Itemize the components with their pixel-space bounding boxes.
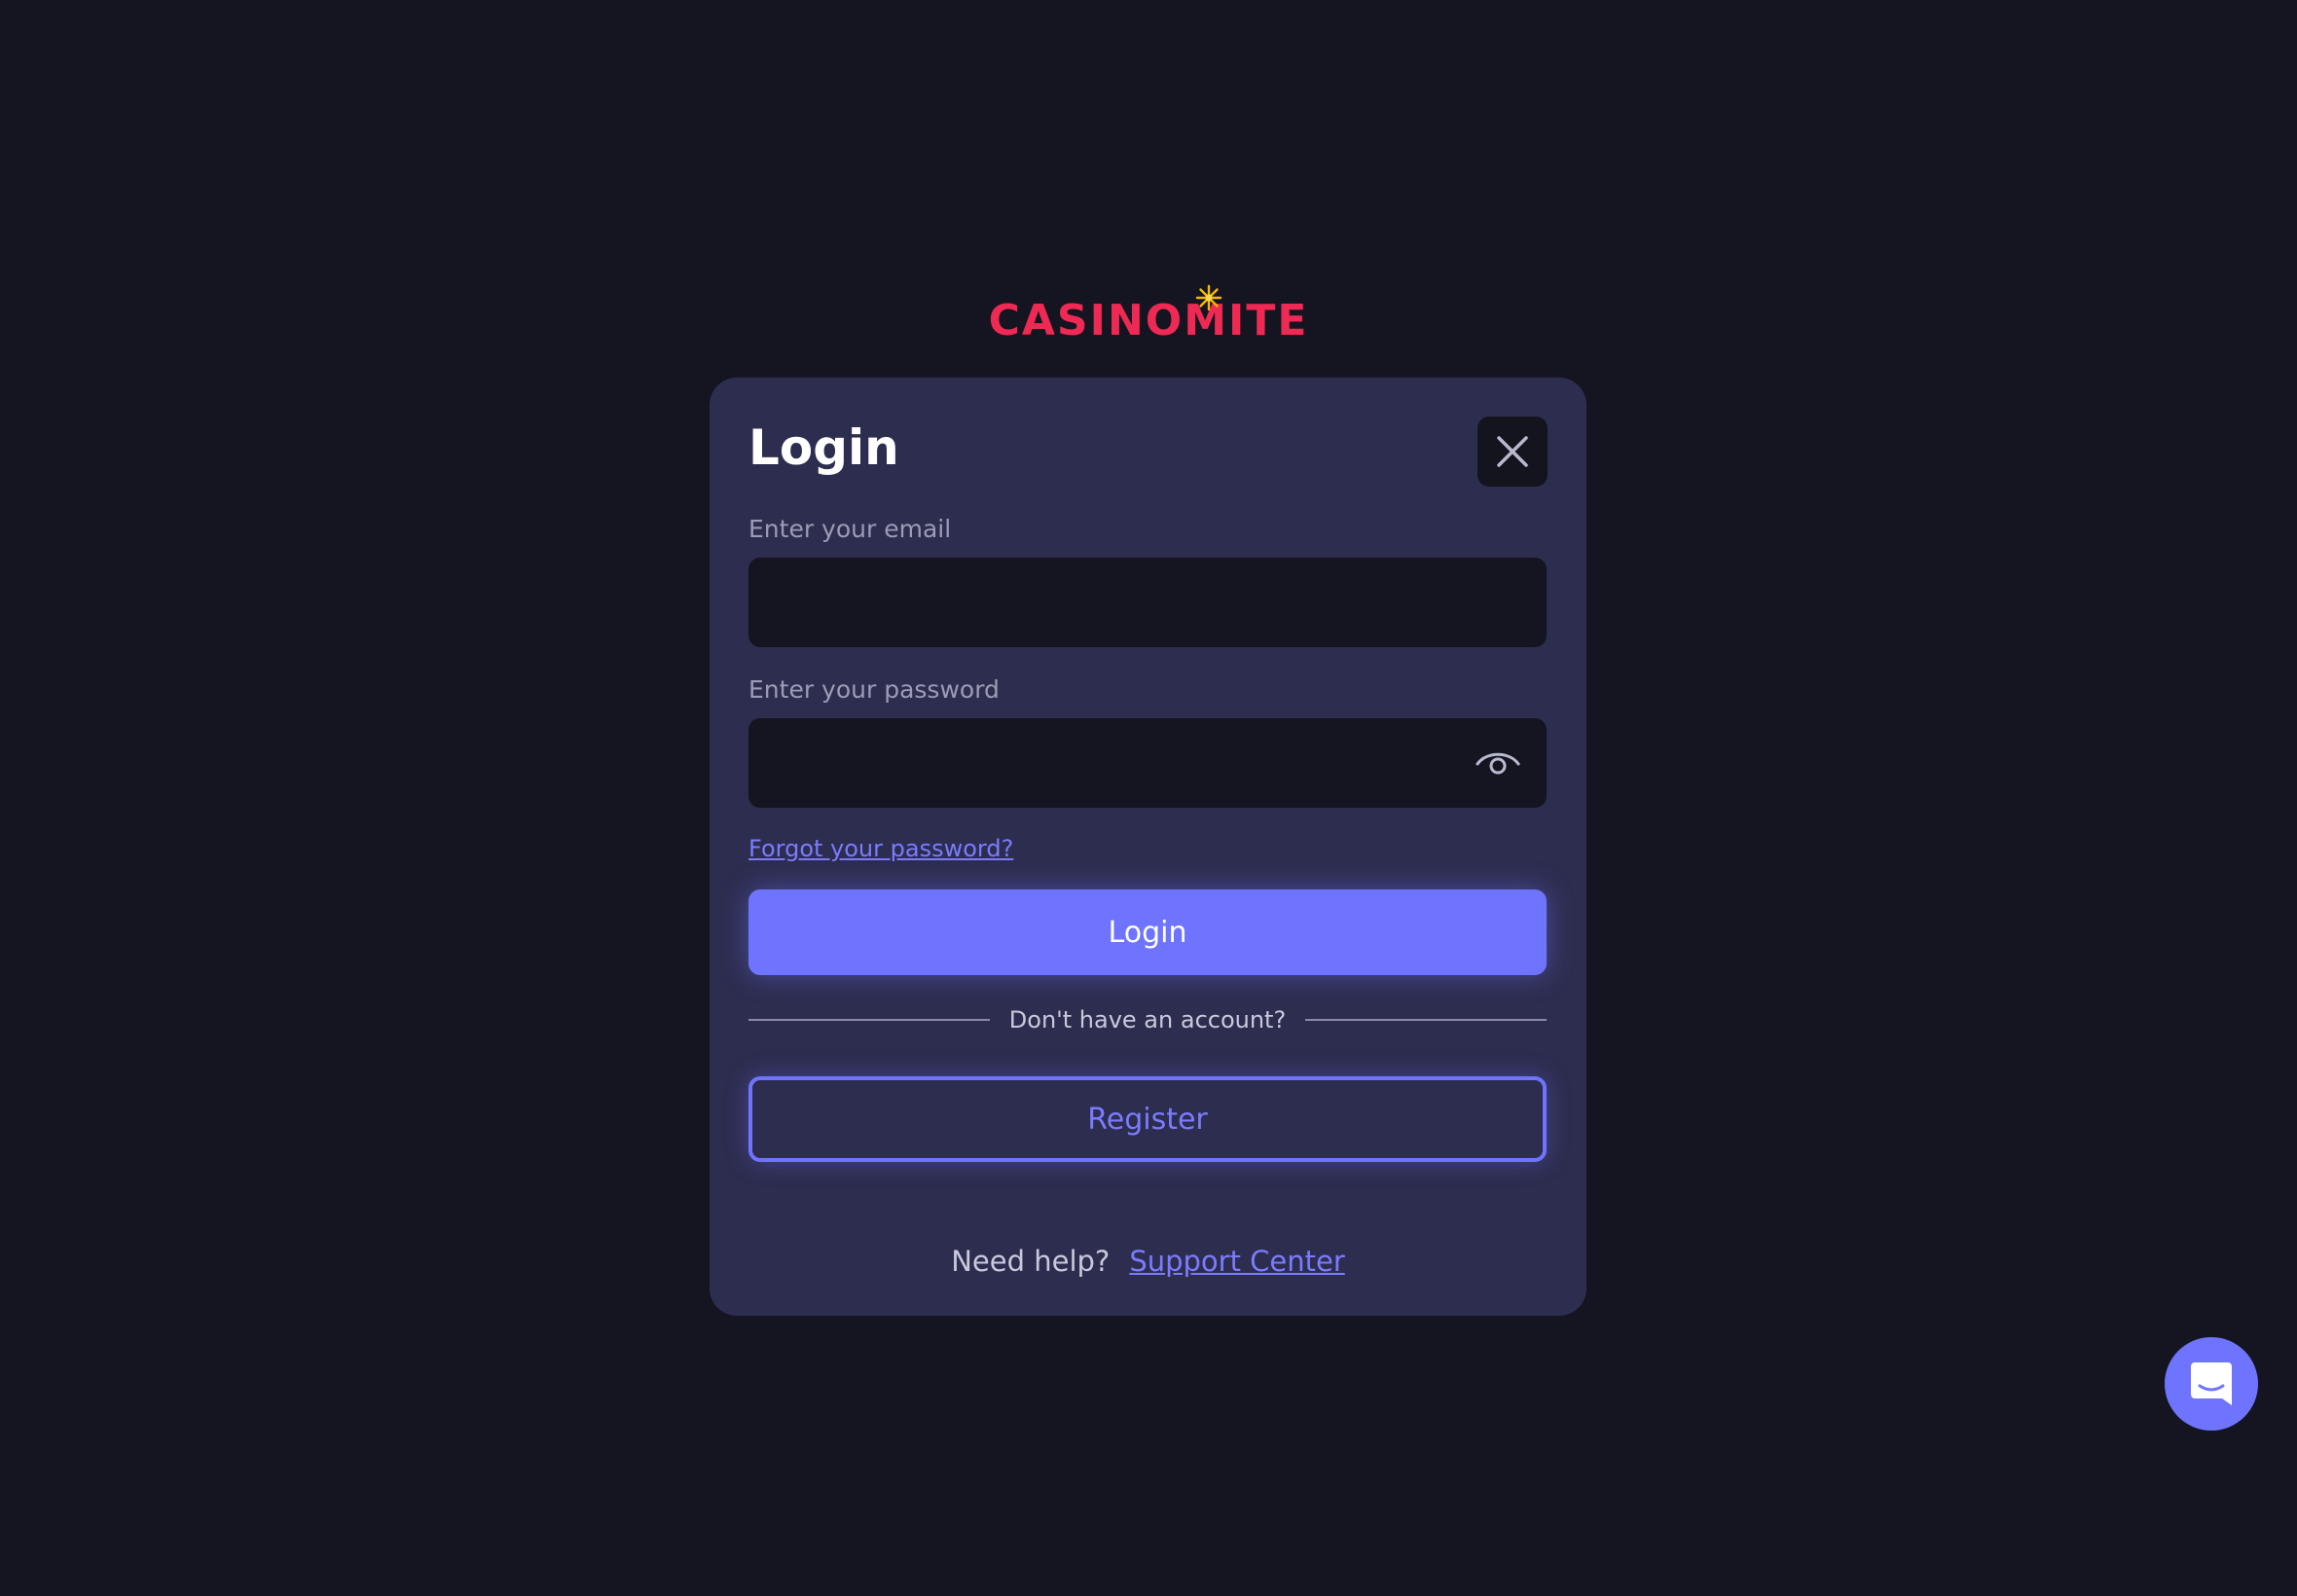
account-divider: Don't have an account? [748, 1000, 1547, 1039]
chat-launcher-button[interactable] [2165, 1337, 2258, 1431]
divider-text: Don't have an account? [1008, 1006, 1287, 1034]
email-label: Enter your email [748, 515, 952, 543]
chat-icon [2191, 1362, 2232, 1405]
password-field-container [748, 718, 1547, 808]
email-field[interactable] [748, 558, 1547, 647]
divider-line-left [748, 1019, 990, 1021]
support-center-link[interactable]: Support Center [1129, 1245, 1344, 1278]
login-button[interactable]: Login [748, 889, 1547, 975]
close-icon [1497, 436, 1528, 467]
password-field[interactable] [748, 718, 1547, 808]
show-password-toggle[interactable] [1475, 742, 1521, 784]
login-modal: Login Enter your email Enter your passwo… [710, 378, 1586, 1316]
divider-line-right [1305, 1019, 1547, 1021]
brand-logo-mark: CASINOMITE [989, 282, 1309, 360]
eye-icon [1476, 752, 1520, 775]
modal-title: Login [748, 419, 899, 476]
email-field-container [748, 558, 1547, 647]
help-row: Need help? Support Center [710, 1240, 1586, 1283]
password-label: Enter your password [748, 675, 1000, 704]
forgot-password-link[interactable]: Forgot your password? [748, 833, 1013, 864]
close-button[interactable] [1477, 417, 1548, 487]
spark-icon [1195, 284, 1221, 311]
login-page: CASINOMITE Login Enter your email Enter … [0, 0, 2297, 1596]
brand-logo[interactable]: CASINOMITE [0, 282, 2297, 360]
brand-logo-text: CASINOMITE [988, 296, 1309, 345]
register-button[interactable]: Register [748, 1076, 1547, 1162]
help-text: Need help? [951, 1245, 1111, 1278]
